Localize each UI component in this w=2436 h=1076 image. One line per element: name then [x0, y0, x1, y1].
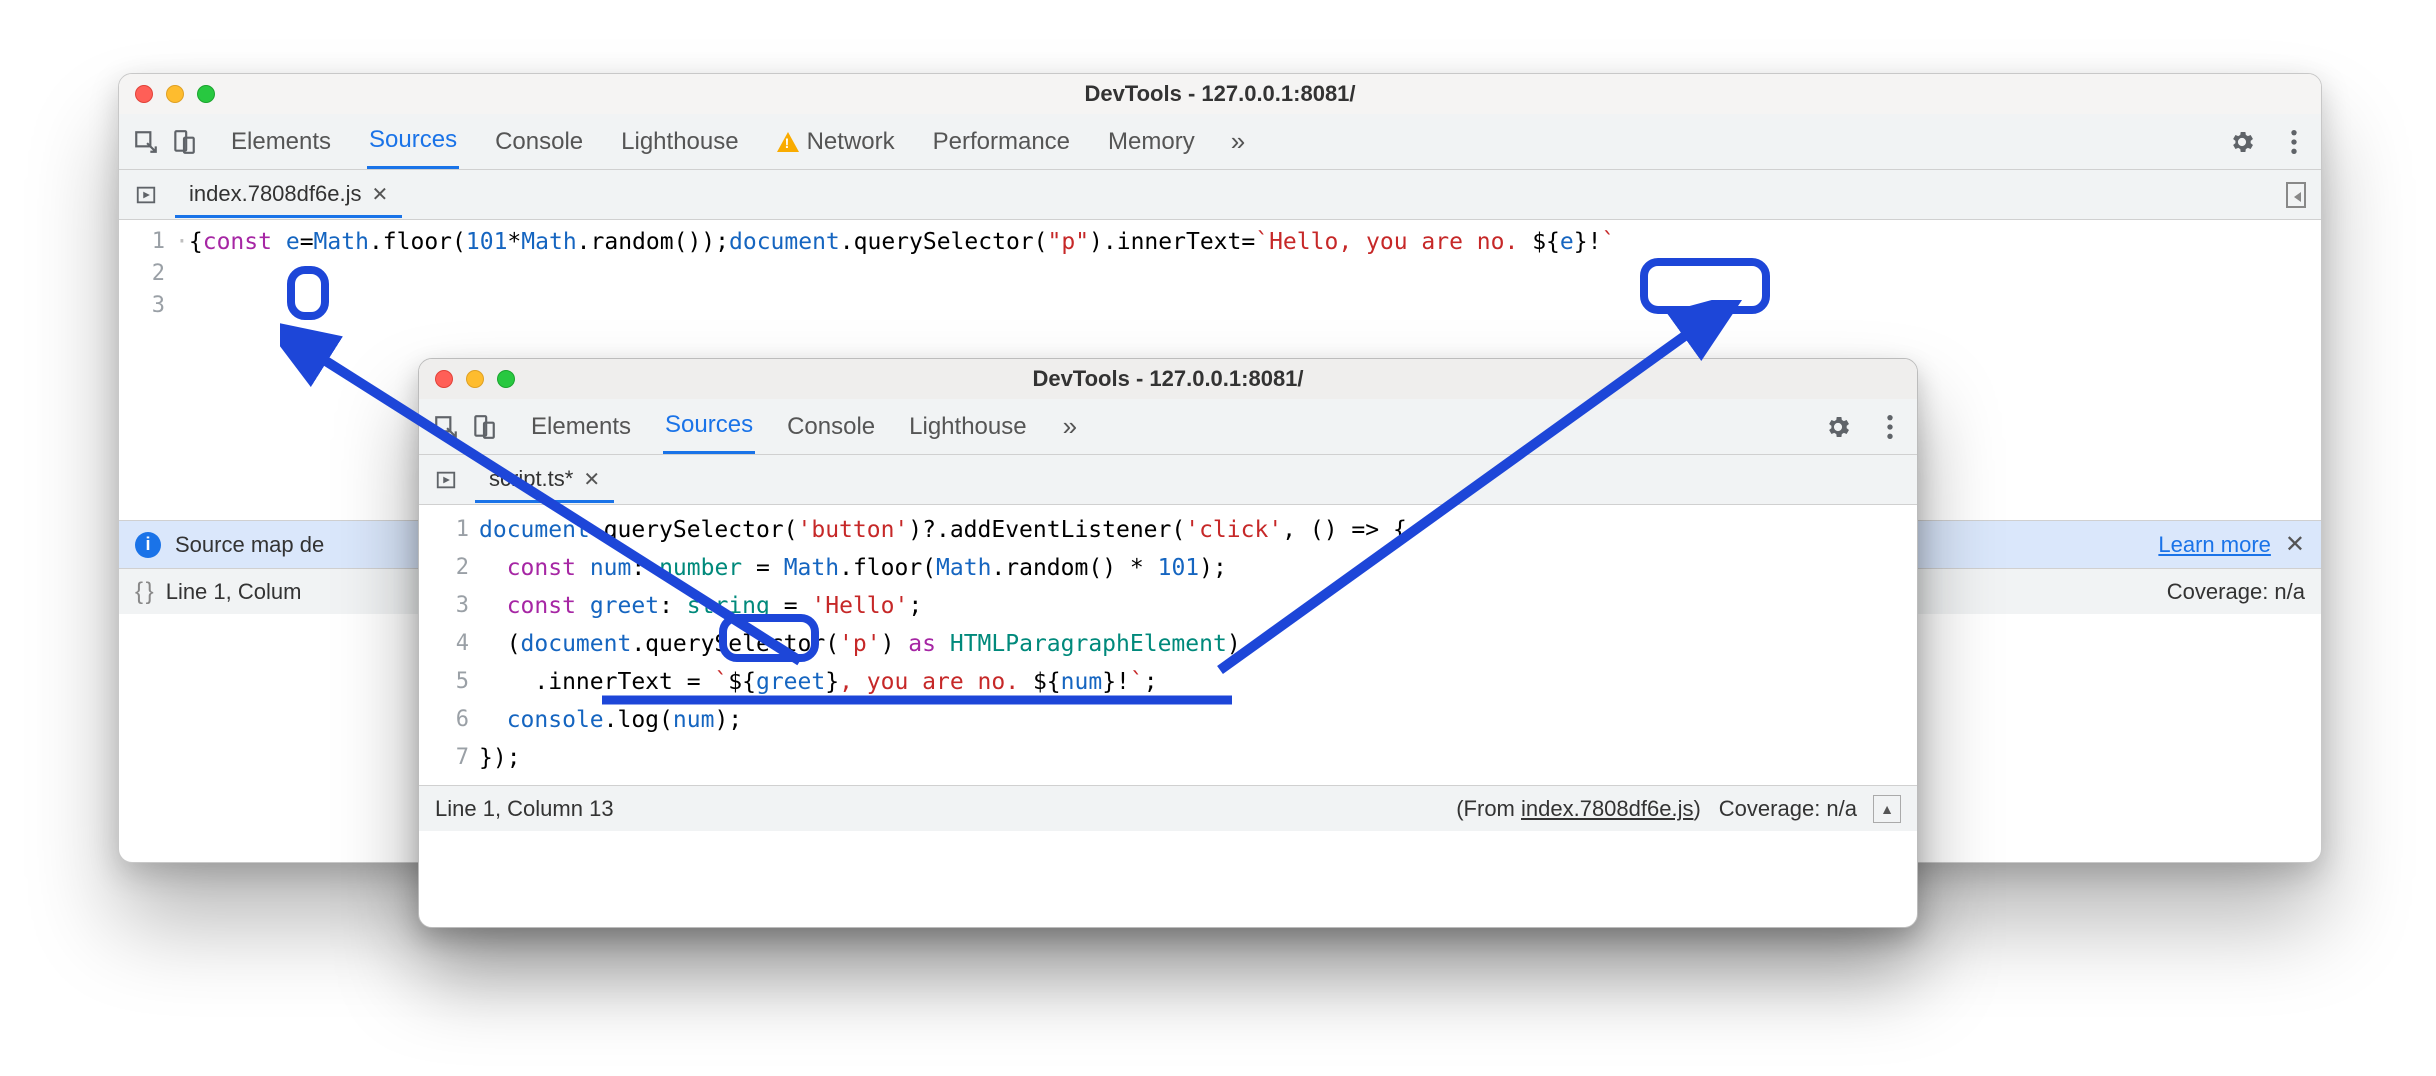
- close-tab-icon[interactable]: ✕: [583, 467, 600, 492]
- tab-performance[interactable]: Performance: [931, 114, 1072, 169]
- navigator-toggle-icon[interactable]: [427, 469, 465, 491]
- status-bar: Line 1, Column 13 (From index.7808df6e.j…: [419, 785, 1917, 831]
- line-number: 4: [419, 625, 469, 663]
- code-content[interactable]: document.querySelector('button')?.addEve…: [479, 505, 1917, 785]
- tab-lighthouse[interactable]: Lighthouse: [619, 114, 740, 169]
- inspect-element-icon[interactable]: [429, 410, 463, 444]
- learn-more-link[interactable]: Learn more: [2158, 532, 2271, 558]
- file-tab[interactable]: index.7808df6e.js ✕: [175, 171, 402, 218]
- panel-toolbar: Elements Sources Console Lighthouse »: [419, 399, 1917, 455]
- tab-elements[interactable]: Elements: [229, 114, 333, 169]
- kebab-menu-icon[interactable]: [1873, 410, 1907, 444]
- cursor-position: Line 1, Column 13: [435, 796, 614, 822]
- line-number: 6: [419, 701, 469, 739]
- navigator-toggle-icon[interactable]: [127, 184, 165, 206]
- tab-elements[interactable]: Elements: [529, 399, 633, 454]
- file-tab-bar: index.7808df6e.js ✕: [119, 170, 2321, 220]
- devtools-window-front: DevTools - 127.0.0.1:8081/ Elements Sour…: [418, 358, 1918, 928]
- coverage-label: Coverage: n/a: [2167, 579, 2305, 605]
- line-gutter: 1 2 3 4 5 6 7: [419, 505, 479, 785]
- tab-memory[interactable]: Memory: [1106, 114, 1197, 169]
- tab-network-label: Network: [807, 128, 895, 156]
- expand-panel-icon[interactable]: ▲: [1873, 795, 1901, 823]
- pretty-print-icon[interactable]: { }: [135, 578, 152, 606]
- dismiss-info-icon[interactable]: ✕: [2285, 530, 2305, 559]
- tab-lighthouse[interactable]: Lighthouse: [907, 399, 1028, 454]
- info-text: Source map de: [175, 532, 324, 558]
- kebab-menu-icon[interactable]: [2277, 125, 2311, 159]
- tab-network[interactable]: Network: [775, 114, 897, 169]
- close-tab-icon[interactable]: ✕: [371, 182, 388, 207]
- coverage-label: Coverage: n/a: [1719, 796, 1857, 822]
- title-bar: DevTools - 127.0.0.1:8081/: [419, 359, 1917, 399]
- code-editor[interactable]: 1 2 3 4 5 6 7 document.querySelector('bu…: [419, 505, 1917, 785]
- line-number: 1: [419, 511, 469, 549]
- line-number: 5: [419, 663, 469, 701]
- line-number: 3: [119, 290, 165, 322]
- line-gutter: 1 2 3: [119, 220, 175, 520]
- source-from: (From index.7808df6e.js): [1456, 796, 1701, 822]
- line-number: 7: [419, 739, 469, 777]
- tab-sources[interactable]: Sources: [367, 114, 459, 169]
- more-tabs-button[interactable]: »: [1221, 114, 1255, 169]
- more-tabs-button[interactable]: »: [1053, 399, 1087, 454]
- file-tab-label: index.7808df6e.js: [189, 181, 361, 207]
- warning-icon: [777, 132, 799, 152]
- file-tab-bar: script.ts* ✕: [419, 455, 1917, 505]
- tab-sources[interactable]: Sources: [663, 399, 755, 454]
- cursor-position: Line 1, Colum: [166, 579, 302, 605]
- line-number: 2: [119, 258, 165, 290]
- settings-gear-icon[interactable]: [2225, 125, 2259, 159]
- window-title: DevTools - 127.0.0.1:8081/: [119, 81, 2321, 107]
- panel-tabs: Elements Sources Console Lighthouse Netw…: [229, 114, 1197, 169]
- panel-tabs: Elements Sources Console Lighthouse: [529, 399, 1029, 454]
- device-toggle-icon[interactable]: [467, 410, 501, 444]
- line-number: 1: [119, 226, 165, 258]
- collapse-sidebar-icon[interactable]: [2279, 178, 2313, 212]
- inspect-element-icon[interactable]: [129, 125, 163, 159]
- settings-gear-icon[interactable]: [1821, 410, 1855, 444]
- title-bar: DevTools - 127.0.0.1:8081/: [119, 74, 2321, 114]
- line-number: 2: [419, 549, 469, 587]
- device-toggle-icon[interactable]: [167, 125, 201, 159]
- source-file-link[interactable]: index.7808df6e.js: [1521, 796, 1693, 821]
- tab-console[interactable]: Console: [785, 399, 877, 454]
- info-icon: i: [135, 532, 161, 558]
- file-tab-label: script.ts*: [489, 466, 573, 492]
- window-title: DevTools - 127.0.0.1:8081/: [419, 366, 1917, 392]
- file-tab[interactable]: script.ts* ✕: [475, 456, 614, 503]
- panel-toolbar: Elements Sources Console Lighthouse Netw…: [119, 114, 2321, 170]
- line-number: 3: [419, 587, 469, 625]
- tab-console[interactable]: Console: [493, 114, 585, 169]
